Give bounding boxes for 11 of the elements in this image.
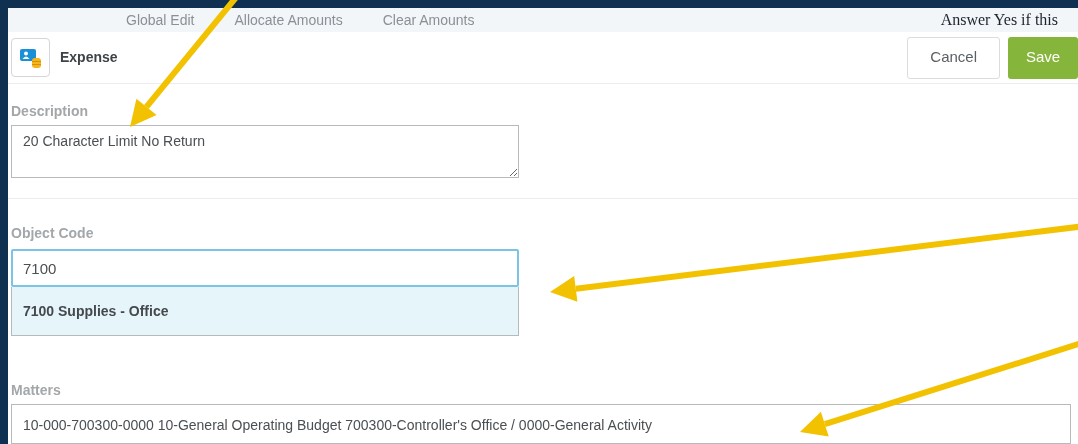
- suggestion-item[interactable]: 7100 Supplies - Office: [12, 287, 518, 335]
- background-text: Answer Yes if this: [940, 10, 1058, 30]
- field-label: Description: [11, 102, 89, 121]
- object-code-field[interactable]: 7100: [11, 249, 519, 287]
- description-field[interactable]: 20 Character Limit No Return: [11, 125, 519, 178]
- matters-field[interactable]: 10-000-700300-0000 10-General Operating Budget 700300-Controller's Office / 0000-General Activity: [11, 404, 1071, 444]
- expense-icon: [11, 38, 50, 77]
- field-label: Object Code: [11, 224, 95, 243]
- cancel-button[interactable]: Cancel: [907, 36, 1000, 79]
- dialog-title: Expense: [60, 48, 118, 67]
- field-label: Matters: [11, 381, 62, 400]
